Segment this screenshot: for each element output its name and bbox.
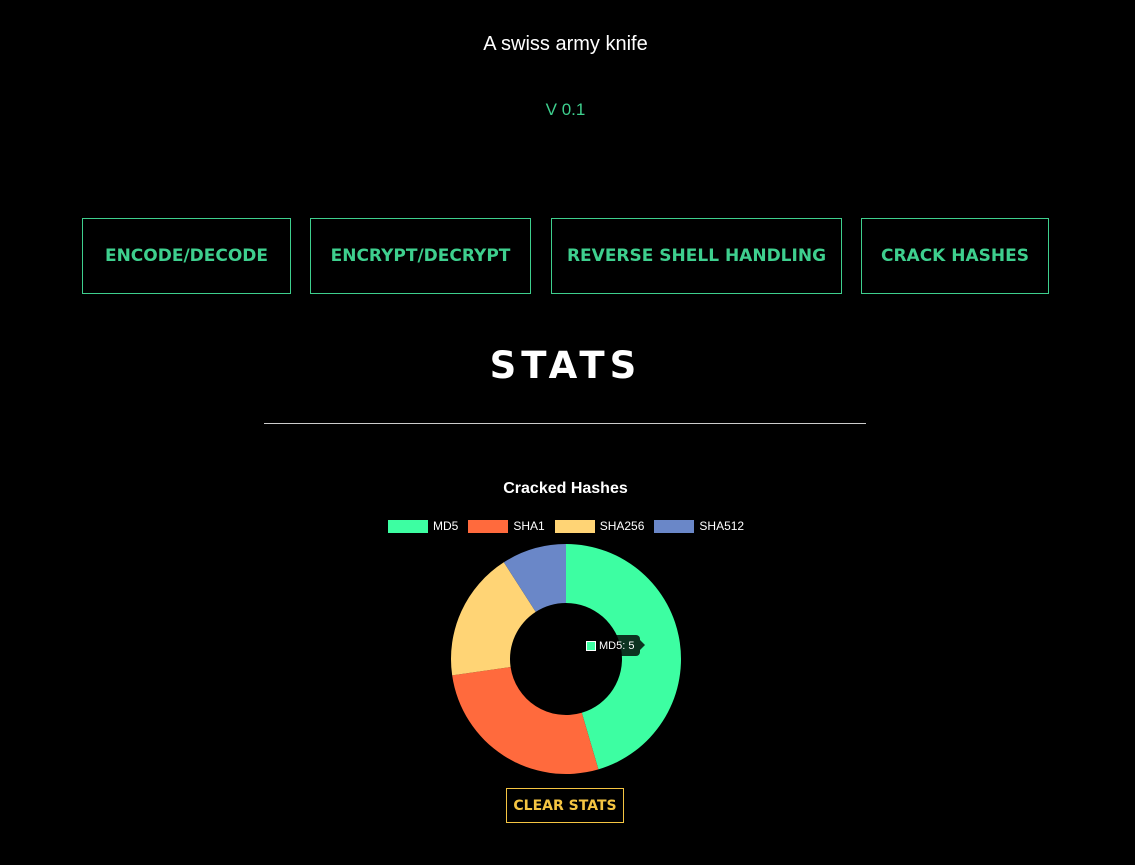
legend-label-sha256: SHA256	[599, 519, 645, 533]
encode-decode-button[interactable]: ENCODE/DECODE	[82, 218, 291, 294]
legend-label-sha1: SHA1	[513, 519, 545, 533]
reverse-shell-button[interactable]: REVERSE SHELL HANDLING	[551, 218, 842, 294]
legend-item-md5[interactable]: MD5	[388, 519, 458, 533]
legend-swatch-sha512	[654, 519, 695, 533]
legend-swatch-md5	[388, 519, 428, 533]
legend-label-sha512: SHA512	[699, 519, 745, 533]
app-version: V 0.1	[545, 100, 586, 119]
legend-item-sha256[interactable]: SHA256	[554, 519, 645, 533]
legend-swatch-sha256	[554, 519, 595, 533]
legend-swatch-sha1	[468, 519, 509, 533]
tooltip-label: MD5: 5	[599, 639, 635, 652]
chart-title: Cracked Hashes	[503, 480, 628, 497]
legend-label-md5: MD5	[433, 519, 459, 533]
legend-item-sha1[interactable]: SHA1	[468, 519, 545, 533]
legend-item-sha512[interactable]: SHA512	[654, 519, 744, 533]
cracked-hashes-donut-chart[interactable]	[446, 539, 686, 779]
app-subtitle: A swiss army knife	[483, 33, 648, 55]
encrypt-decrypt-button[interactable]: ENCRYPT/DECRYPT	[310, 218, 531, 294]
chart-legend: MD5 SHA1 SHA256 SHA512	[388, 519, 754, 533]
tooltip-swatch	[586, 640, 596, 651]
chart-tooltip: MD5: 5	[582, 635, 646, 656]
stats-divider	[264, 423, 866, 424]
crack-hashes-button[interactable]: CRACK HASHES	[861, 218, 1049, 294]
clear-stats-button[interactable]: CLEAR STATS	[506, 788, 624, 823]
donut-slice-sha1[interactable]	[452, 666, 599, 774]
stats-title: STATS	[489, 344, 642, 387]
